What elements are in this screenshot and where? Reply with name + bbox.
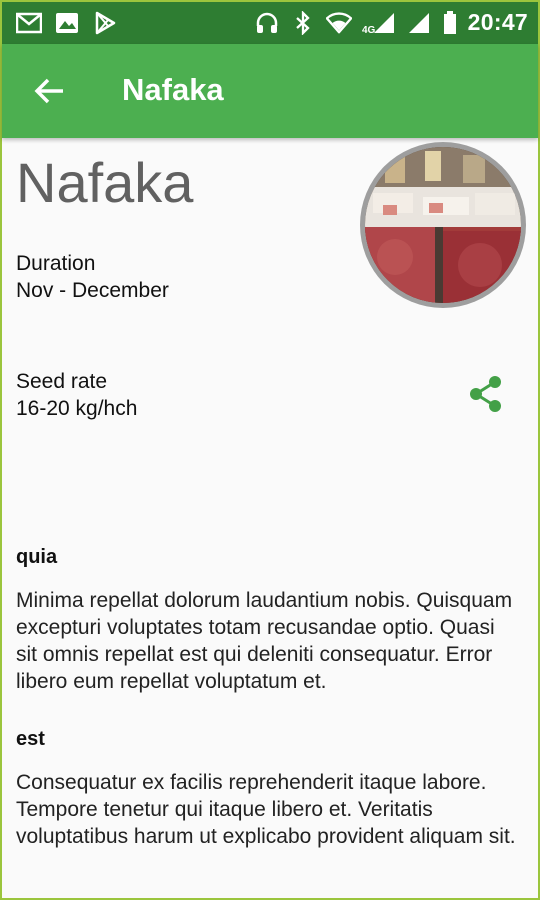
svg-text:4G: 4G <box>362 25 376 35</box>
seed-rate-label: Seed rate <box>16 370 108 393</box>
info-section: quia Minima repellat dolorum laudantium … <box>16 546 516 695</box>
status-notifications <box>16 10 118 36</box>
share-button[interactable] <box>468 374 508 414</box>
seed-rate-value: 16-20 kg/hch <box>16 397 138 420</box>
duration-label: Duration <box>16 252 96 275</box>
headset-icon <box>254 10 280 36</box>
duration-value: Nov - December <box>16 279 169 302</box>
status-system: 4G 20:47 <box>254 9 528 36</box>
duration-info: Duration Nov - December <box>16 250 169 304</box>
gmail-icon <box>16 10 42 36</box>
section-body: Consequatur ex facilis reprehenderit ita… <box>16 771 516 848</box>
signal-icon <box>406 10 432 36</box>
app-bar: Nafaka <box>2 44 538 138</box>
play-store-icon <box>92 10 118 36</box>
app-bar-title: Nafaka <box>122 72 224 107</box>
seed-rate-info: Seed rate 16-20 kg/hch <box>16 368 137 422</box>
section-title: quia <box>16 546 58 568</box>
bluetooth-icon <box>290 10 316 36</box>
signal-4g-icon: 4G <box>362 10 396 36</box>
section-title: est <box>16 728 45 750</box>
crop-name: Nafaka <box>16 151 194 214</box>
info-section: est Consequatur ex facilis reprehenderit… <box>16 728 516 850</box>
battery-icon <box>442 10 458 36</box>
arrow-left-icon <box>34 78 63 104</box>
wifi-icon <box>325 10 352 36</box>
section-body: Minima repellat dolorum laudantium nobis… <box>16 589 513 693</box>
crop-photo <box>360 142 526 308</box>
share-icon <box>470 376 501 412</box>
crop-photo-image <box>365 147 521 303</box>
status-bar: 4G 20:47 <box>2 2 538 44</box>
back-button[interactable] <box>26 68 72 114</box>
gallery-icon <box>54 10 80 36</box>
status-time: 20:47 <box>467 9 528 35</box>
